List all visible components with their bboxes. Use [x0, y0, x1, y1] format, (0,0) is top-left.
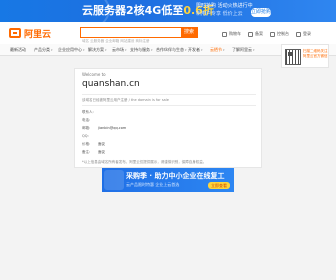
header-link-label: 控制台	[277, 31, 289, 36]
search-button[interactable]: 搜索	[181, 28, 197, 37]
promo-banner-title: 云服务器2核4G低至0.6折	[82, 2, 214, 20]
disclaimer-note: *以上信息由域名所有者发布，阿里云仅提供展示，请谨慎识别，保障自身权益。	[82, 160, 207, 164]
domain-description: 该域名已经被阿里云用户注册 / the domain is for sale	[82, 98, 169, 102]
promo-title-text: 云服务器2核4G低至	[82, 4, 184, 17]
info-row-remark: 备注: 面议	[82, 150, 105, 155]
header-link-login[interactable]: 登录	[296, 31, 311, 37]
header-link-label: 购物车	[229, 31, 241, 36]
nav-label: 云市场	[112, 47, 124, 52]
search-bar: 搜索	[80, 27, 198, 38]
chevron-down-icon: ▾	[201, 48, 203, 52]
chevron-down-icon: ▾	[125, 48, 127, 52]
logo-text: 阿里云	[24, 29, 52, 40]
qr-caption: 扫描二维码关注阿里云官方微信	[303, 49, 328, 58]
chevron-down-icon: ▾	[51, 48, 53, 52]
wechat-qr-panel: 扫描二维码关注阿里云官方微信	[281, 44, 329, 68]
banner-illustration	[104, 170, 124, 190]
promo-banner-bottom[interactable]: 采购季 · 助力中小企业在线复工 云产品限时特惠 企业上云首选 立即查看	[102, 168, 234, 192]
bottom-banner-subtitle: 云产品限时特惠 企业上云首选	[126, 182, 180, 187]
info-value: 面议	[98, 150, 105, 154]
aliyun-logo[interactable]: 阿里云	[9, 27, 52, 40]
nav-label: 了解阿里云	[232, 47, 252, 52]
header-link-label: 登录	[303, 31, 311, 36]
nav-label: 解决方案	[88, 47, 104, 52]
aliyun-logo-icon	[9, 28, 21, 38]
header-link-cart[interactable]: 购物车	[222, 31, 241, 37]
info-row-phone: 电话:	[82, 118, 90, 123]
divider	[82, 94, 256, 95]
cart-icon	[222, 31, 227, 37]
info-value: 面议	[98, 142, 105, 146]
info-value[interactable]: jianbin@qq.com	[98, 126, 126, 130]
chevron-down-icon: ▾	[185, 48, 187, 52]
info-label: QQ:	[82, 134, 89, 138]
chevron-down-icon: ▾	[223, 48, 225, 52]
nav-label: 支持与服务	[130, 47, 150, 52]
header-link-record[interactable]: 备案	[248, 31, 263, 37]
qr-code-icon	[285, 49, 301, 65]
nav-label: 云栖节	[210, 47, 222, 52]
header-link-console[interactable]: 控制台	[270, 31, 289, 37]
info-row-contact: 联系人:	[82, 110, 94, 115]
promo-buy-button[interactable]: 立即抢购	[251, 8, 271, 17]
nav-label: 合作伙伴与生态	[156, 47, 184, 52]
info-label: 备注:	[82, 150, 91, 154]
info-row-email: 邮箱: jianbin@qq.com	[82, 126, 126, 131]
bottom-banner-button[interactable]: 立即查看	[208, 182, 230, 189]
chevron-down-icon: ▾	[83, 48, 85, 52]
search-input[interactable]	[81, 28, 181, 37]
info-label: 电话:	[82, 118, 91, 122]
header-link-label: 备案	[255, 31, 263, 36]
chevron-down-icon: ▾	[253, 48, 255, 52]
domain-info-card: Welcome to quanshan.cn 该域名已经被阿里云用户注册 / t…	[74, 68, 262, 168]
info-row-price: 价格: 面议	[82, 142, 105, 147]
info-label: 联系人:	[82, 110, 94, 114]
promo-sub-line1: 限时抢购 活动火热进行中	[196, 3, 253, 9]
page-root: 云服务器2核4G低至0.6折 限时抢购 活动火热进行中 新用户专享 低价上云 立…	[0, 0, 336, 280]
divider	[82, 105, 256, 106]
site-header: 阿里云 搜索 域名 云服务器 企业邮箱 网站建设 商标注册 购物车 备案 控制台…	[0, 22, 336, 44]
chevron-down-icon: ▾	[105, 48, 107, 52]
welcome-text: Welcome to	[82, 72, 106, 77]
promo-banner-top[interactable]: 云服务器2核4G低至0.6折 限时抢购 活动火热进行中 新用户专享 低价上云 立…	[0, 0, 336, 22]
bottom-banner-title: 采购季 · 助力中小企业在线复工	[126, 172, 225, 180]
user-icon	[296, 31, 301, 37]
info-row-qq: QQ:	[82, 134, 89, 138]
record-icon	[248, 31, 253, 37]
console-icon	[270, 31, 275, 37]
info-label: 邮箱:	[82, 126, 91, 130]
nav-label: 产品分类	[34, 47, 50, 52]
promo-sub-line2: 新用户专享 低价上云	[196, 11, 243, 17]
nav-label: 开发者	[188, 47, 200, 52]
info-label: 价格:	[82, 142, 91, 146]
nav-label: 企业应用中心	[58, 47, 82, 52]
chevron-down-icon: ▾	[151, 48, 153, 52]
domain-name: quanshan.cn	[82, 79, 140, 89]
nav-label: 最新活动	[10, 47, 26, 52]
header-links: 购物车 备案 控制台 登录	[222, 31, 311, 37]
